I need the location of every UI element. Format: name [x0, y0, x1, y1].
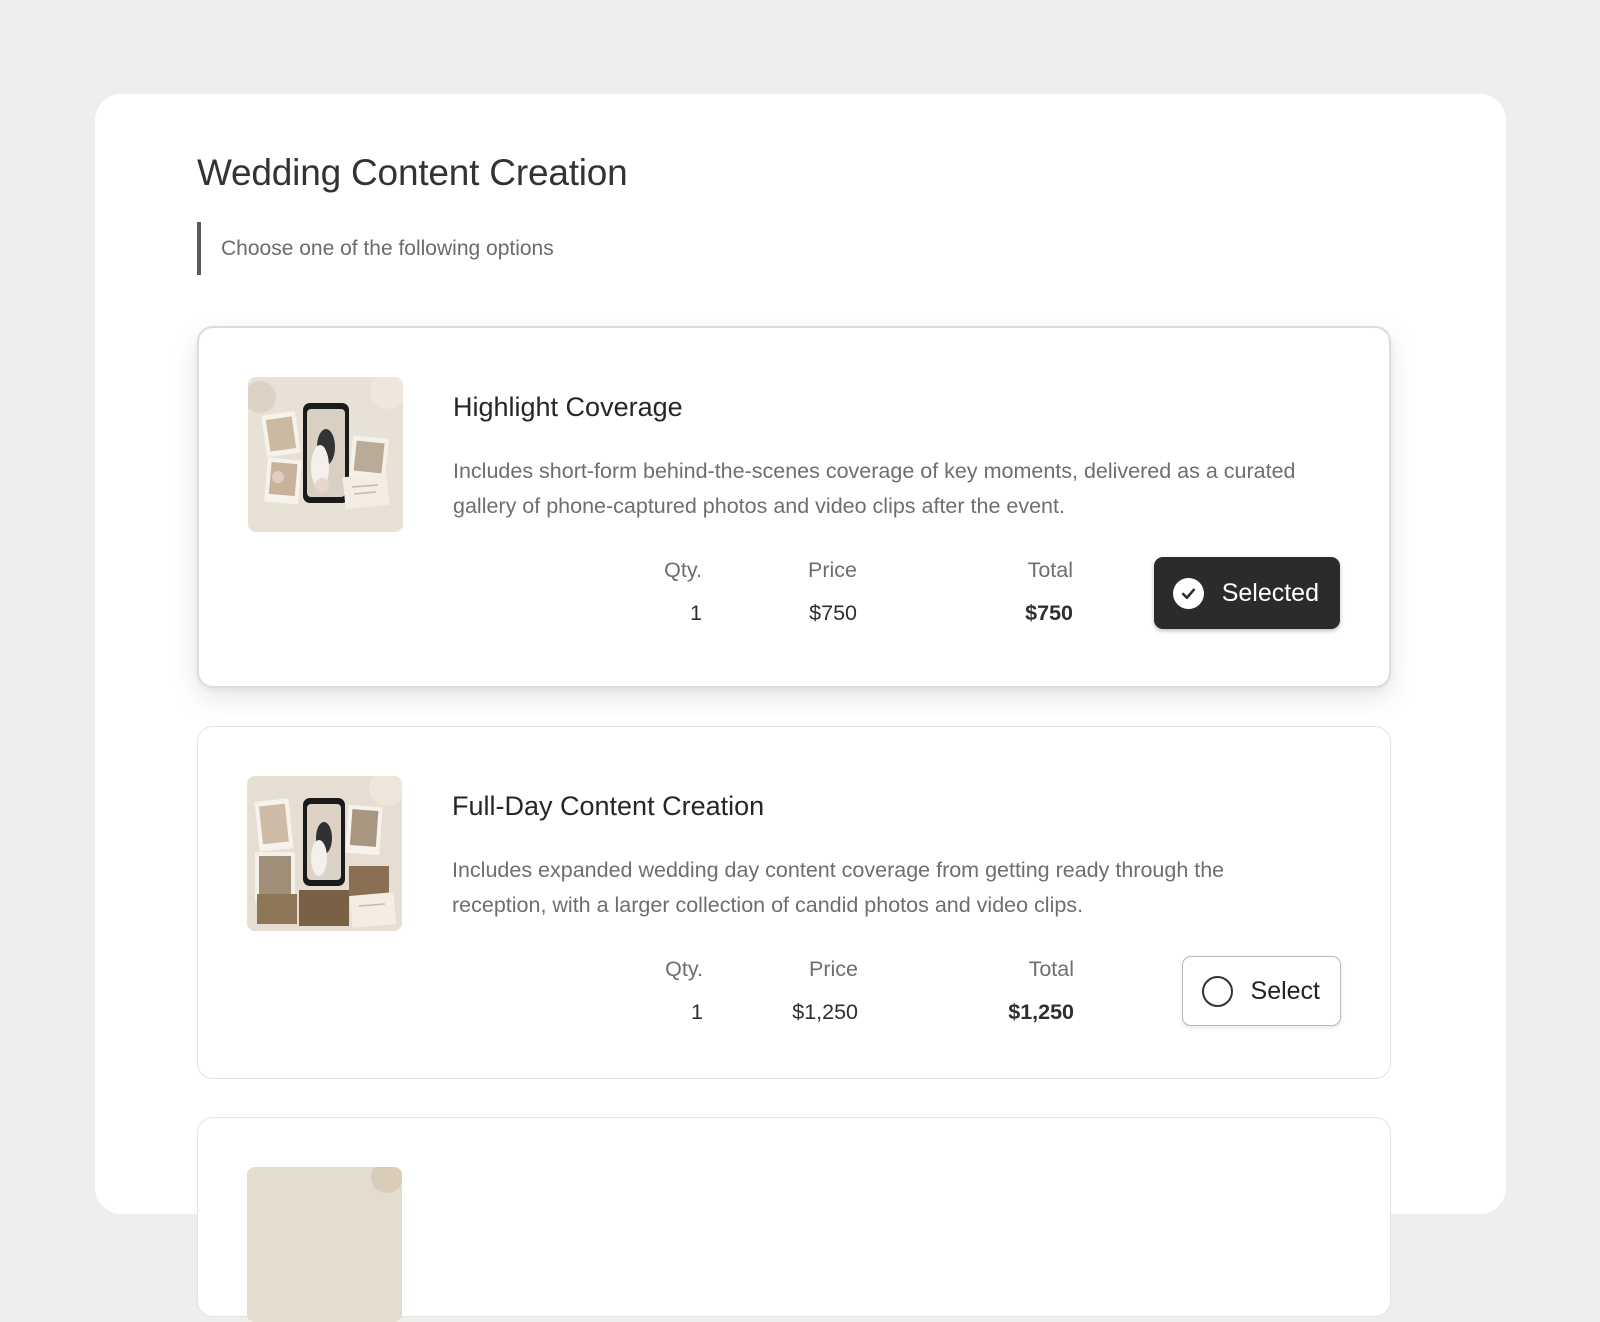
price-label: Price — [809, 957, 858, 981]
select-button[interactable]: Select — [1181, 956, 1341, 1026]
radio-circle-icon — [1201, 975, 1233, 1007]
qty-label: Qty. — [664, 558, 702, 582]
page-card: Wedding Content Creation Choose one of t… — [95, 94, 1506, 1322]
option-thumbnail — [248, 377, 403, 532]
total-label: Total — [1028, 957, 1074, 981]
qty-label: Qty. — [665, 957, 703, 981]
wedding-phone-collage-image — [248, 377, 403, 532]
select-button-label: Select — [1250, 976, 1320, 1005]
total-value: $750 — [1025, 601, 1073, 625]
wedding-photo-collage-image — [247, 776, 402, 931]
total-label: Total — [1027, 558, 1073, 582]
total-value: $1,250 — [1008, 1000, 1074, 1024]
option-card-full-day-content-creation[interactable]: Full-Day Content Creation Includes expan… — [197, 726, 1391, 1079]
option-card-highlight-coverage[interactable]: Highlight Coverage Includes short-form b… — [197, 326, 1391, 688]
option-description: Includes short-form behind-the-scenes co… — [453, 459, 1296, 518]
option-title: Highlight Coverage — [453, 392, 683, 422]
option-thumbnail — [247, 1167, 402, 1322]
qty-value: 1 — [691, 1000, 703, 1024]
price-value: $1,250 — [792, 1000, 858, 1024]
instructions-text: Choose one of the following options — [197, 222, 554, 275]
option-title: Full-Day Content Creation — [452, 791, 765, 821]
qty-value: 1 — [690, 601, 702, 625]
selected-button[interactable]: Selected — [1153, 557, 1340, 629]
option-thumbnail — [247, 776, 402, 931]
price-label: Price — [808, 558, 857, 582]
price-value: $750 — [809, 601, 857, 625]
wedding-photo-image — [247, 1167, 402, 1322]
page-title: Wedding Content Creation — [197, 152, 628, 193]
option-card-third[interactable] — [197, 1117, 1391, 1322]
selected-button-label: Selected — [1221, 578, 1319, 607]
check-circle-icon — [1172, 577, 1204, 609]
option-description: Includes expanded wedding day content co… — [452, 858, 1225, 917]
